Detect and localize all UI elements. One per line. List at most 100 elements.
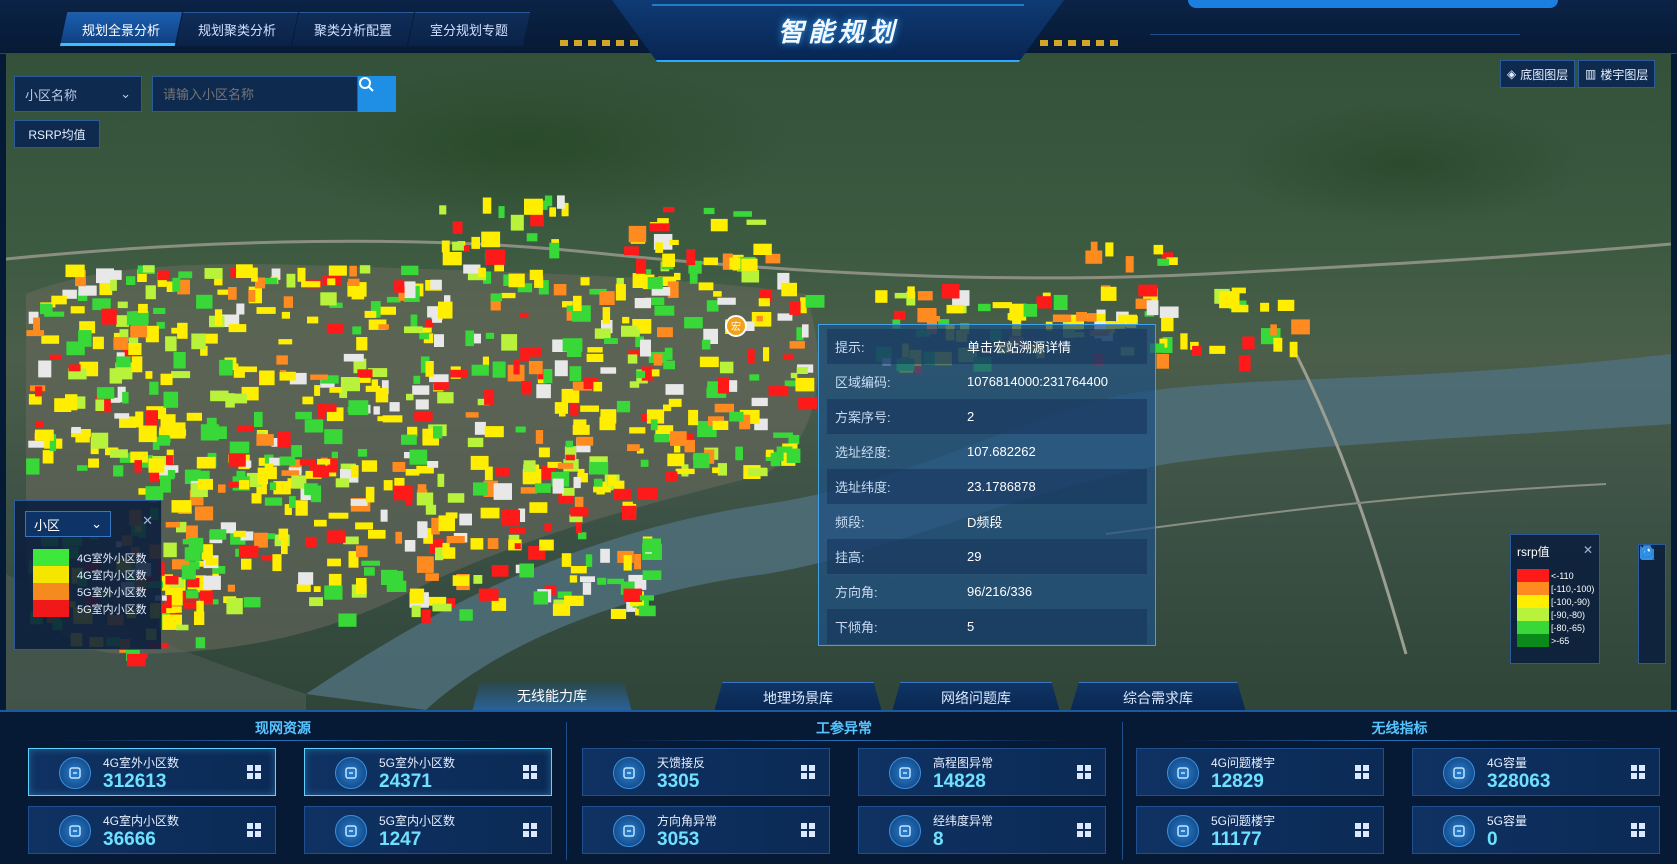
building-block [138, 425, 157, 443]
building-block [305, 536, 317, 548]
popup-field-value: 23.1786878 [967, 479, 1036, 494]
tab-network-issue[interactable]: 网络问题库 [892, 682, 1060, 710]
building-block [470, 455, 489, 470]
tab-cluster-config[interactable]: 聚类分析配置 [292, 12, 414, 46]
tab-panorama-analysis[interactable]: 规划全景分析 [60, 12, 182, 46]
grid-icon[interactable] [523, 765, 537, 779]
building-block [262, 555, 273, 561]
building-block [490, 293, 503, 302]
grid-icon[interactable] [1631, 823, 1645, 837]
grid-icon[interactable] [1355, 765, 1369, 779]
building-block [343, 353, 364, 362]
stat-card[interactable]: 5G问题楼宇 11177 [1136, 806, 1384, 854]
building-block [498, 206, 505, 219]
legend-label: [-90,-80) [1551, 609, 1586, 620]
palette-icon[interactable] [1640, 546, 1661, 613]
stat-card[interactable]: 4G室外小区数 312613 [28, 748, 276, 796]
building-block [446, 536, 465, 544]
building-block [706, 300, 719, 312]
stat-card[interactable]: 4G室内小区数 36666 [28, 806, 276, 854]
grid-icon[interactable] [1355, 823, 1369, 837]
close-icon[interactable]: ✕ [142, 513, 153, 529]
building-block [160, 414, 175, 426]
building-block [487, 538, 499, 549]
building-block [559, 410, 566, 417]
stat-label: 4G室内小区数 [103, 814, 180, 828]
stat-value: 14828 [933, 771, 986, 792]
building-block [543, 369, 551, 381]
grid-icon[interactable] [1077, 823, 1091, 837]
stat-icon [59, 815, 91, 847]
satellite-map[interactable]: 宏 小区名称 ⌄ RSRP均值 ◈ 底图图层 ▥ 楼宇图层 小区 ⌄ ✕ [6, 54, 1671, 710]
building-block [109, 449, 128, 458]
grid-icon[interactable] [1631, 765, 1645, 779]
stat-card[interactable]: 经纬度异常 8 [858, 806, 1106, 854]
building-block [1231, 287, 1246, 294]
building-block [642, 538, 661, 553]
building-block [1118, 314, 1137, 322]
stat-card[interactable]: 4G问题楼宇 12829 [1136, 748, 1384, 796]
building-block [789, 301, 801, 315]
stat-label: 4G容量 [1487, 756, 1528, 770]
building-block [508, 273, 525, 288]
building-block [894, 292, 907, 299]
eraser-icon[interactable] [1641, 548, 1661, 591]
stat-card[interactable]: 5G室外小区数 24371 [304, 748, 552, 796]
building-block [482, 197, 492, 214]
search-button[interactable] [358, 76, 396, 112]
building-block [375, 388, 389, 403]
building-block [416, 556, 434, 573]
building-block [485, 332, 495, 339]
stat-card[interactable]: 天馈接反 3305 [582, 748, 830, 796]
building-block [254, 411, 263, 427]
cell-search-input[interactable] [152, 76, 358, 112]
popup-field-value: 1076814000:231764400 [967, 374, 1108, 389]
building-block [196, 294, 213, 309]
building-block [40, 303, 53, 315]
building-block [380, 306, 396, 315]
building-block [729, 257, 741, 270]
building-block [291, 475, 307, 489]
tab-indoor-planning[interactable]: 室分规划专题 [408, 12, 530, 46]
stat-label: 4G问题楼宇 [1211, 756, 1276, 770]
building-block [378, 324, 389, 330]
building-block [701, 339, 711, 350]
grid-icon[interactable] [247, 765, 261, 779]
building-block [373, 406, 380, 415]
building-block [219, 359, 233, 376]
grid-icon[interactable] [523, 823, 537, 837]
stat-card[interactable]: 高程图异常 14828 [858, 748, 1106, 796]
location-icon[interactable] [1642, 546, 1661, 635]
stat-card[interactable]: 5G容量 0 [1412, 806, 1660, 854]
measure-icon[interactable] [1640, 545, 1661, 657]
building-block [520, 487, 538, 494]
tab-geo-scene[interactable]: 地理场景库 [714, 682, 882, 710]
base-layer-button[interactable]: ◈ 底图图层 [1500, 60, 1576, 88]
grid-icon[interactable] [801, 823, 815, 837]
building-block [259, 370, 275, 386]
popup-field-row: 方案序号: 2 [827, 399, 1147, 434]
stat-card[interactable]: 4G容量 328063 [1412, 748, 1660, 796]
cell-type-select[interactable]: 小区 ⌄ [25, 511, 111, 537]
rsrp-average-button[interactable]: RSRP均值 [14, 120, 100, 148]
cell-name-select[interactable]: 小区名称 ⌄ [14, 76, 142, 112]
building-block [395, 531, 402, 544]
building-block [465, 412, 479, 418]
building-block [356, 337, 368, 351]
stat-card[interactable]: 方向角异常 3053 [582, 806, 830, 854]
building-block [703, 257, 718, 266]
popup-field-key: 方向角: [835, 585, 878, 600]
legend-swatch [1517, 569, 1549, 582]
tab-cluster-analysis[interactable]: 规划聚类分析 [176, 12, 298, 46]
grid-icon[interactable] [1077, 765, 1091, 779]
cell-legend-panel: 小区 ⌄ ✕ 4G室外小区数 4G室内小区数 5G室外小区数 5G室内小区数 [14, 500, 162, 650]
building-block [519, 563, 534, 578]
stat-card[interactable]: 5G室内小区数 1247 [304, 806, 552, 854]
tab-wireless-capability[interactable]: 无线能力库 [472, 682, 632, 710]
close-icon[interactable]: ✕ [1583, 543, 1593, 557]
building-block [314, 519, 327, 527]
grid-icon[interactable] [801, 765, 815, 779]
grid-icon[interactable] [247, 823, 261, 837]
tab-demand-library[interactable]: 综合需求库 [1070, 682, 1246, 710]
building-layer-button[interactable]: ▥ 楼宇图层 [1578, 60, 1656, 88]
